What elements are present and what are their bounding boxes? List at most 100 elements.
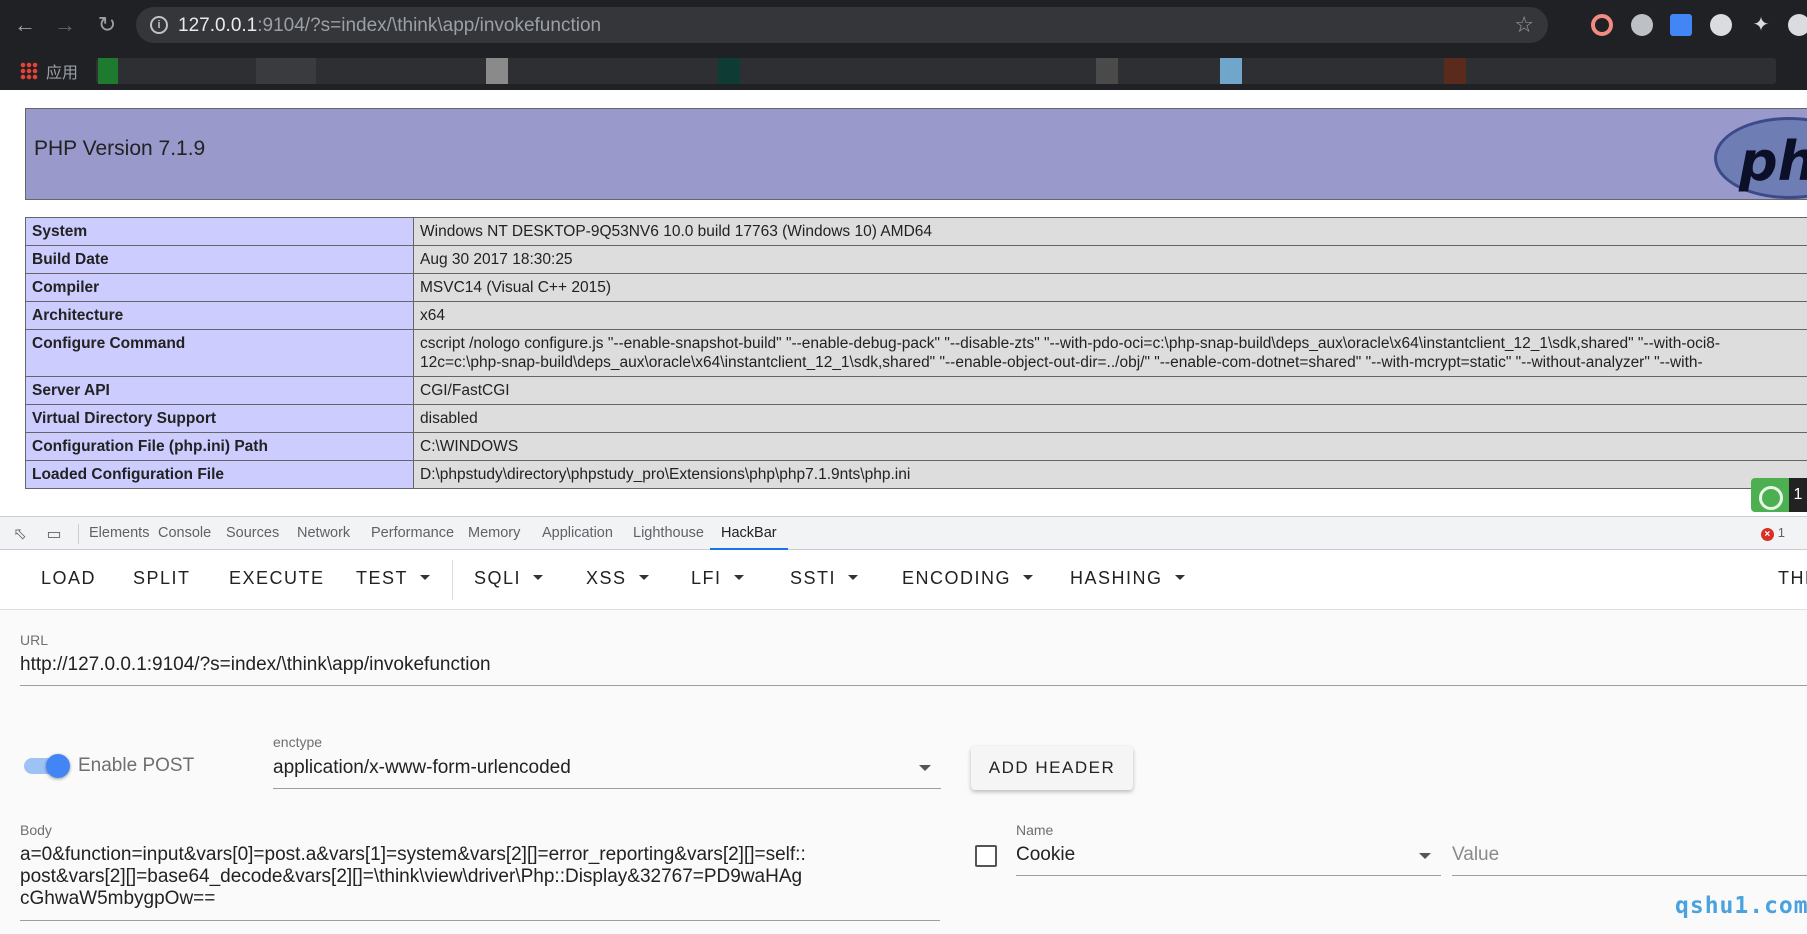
- enable-post-label[interactable]: Enable POST: [78, 755, 194, 777]
- phpinfo-value: Aug 30 2017 18:30:25: [413, 245, 1807, 274]
- hackbar-button-label: THE: [1778, 568, 1807, 588]
- phpinfo-value-line: 12c=c:\php-snap-build\deps_aux\oracle\x6…: [420, 354, 1703, 371]
- caret-down-icon: [420, 574, 431, 580]
- hackbar-ssti-button[interactable]: SSTI: [790, 568, 859, 589]
- header-name-underline: [1016, 875, 1441, 876]
- extension-doc-icon[interactable]: [1670, 14, 1692, 36]
- caret-down-icon: [638, 574, 649, 580]
- phpinfo-key: Configure Command: [25, 329, 414, 377]
- chevron-down-icon[interactable]: [919, 765, 931, 771]
- hackbar-test-button[interactable]: TEST: [356, 568, 431, 589]
- phpinfo-key: Architecture: [25, 301, 414, 330]
- inspect-element-icon[interactable]: ⬁: [10, 524, 30, 543]
- phpinfo-row: Server API CGI/FastCGI: [25, 376, 1807, 405]
- hackbar-button-label: SQLI: [474, 568, 522, 588]
- enctype-underline: [273, 788, 941, 789]
- hackbar-button-label: EXECUTE: [229, 568, 325, 588]
- phpinfo-row: Build Date Aug 30 2017 18:30:25: [25, 245, 1807, 274]
- enable-post-toggle-thumb[interactable]: [46, 754, 70, 778]
- hackbar-xss-button[interactable]: XSS: [586, 568, 649, 589]
- devtools-tab-sources[interactable]: Sources: [215, 517, 290, 550]
- devtools-tab-application[interactable]: Application: [531, 517, 624, 550]
- star-icon[interactable]: ☆: [1514, 12, 1534, 38]
- hackbar-button-label: LOAD: [41, 568, 97, 588]
- devtools-tab-lighthouse[interactable]: Lighthouse: [622, 517, 715, 550]
- body-textarea[interactable]: a=0&function=input&vars[0]=post.a&vars[1…: [20, 844, 810, 910]
- extension-ring-icon[interactable]: [1591, 14, 1613, 36]
- hackbar-sqli-button[interactable]: SQLI: [474, 568, 544, 589]
- devtools-tab-network[interactable]: Network: [286, 517, 361, 550]
- info-icon[interactable]: i: [150, 16, 168, 34]
- hackbar-encoding-button[interactable]: ENCODING: [902, 568, 1034, 589]
- caret-down-icon: [533, 574, 544, 580]
- forward-arrow-icon[interactable]: →: [48, 8, 82, 42]
- devtools-tab-memory[interactable]: Memory: [457, 517, 531, 550]
- hackbar-hashing-button[interactable]: HASHING: [1070, 568, 1185, 589]
- header-name-select[interactable]: Cookie: [1016, 844, 1075, 866]
- bookmark-item[interactable]: [486, 58, 508, 84]
- toolbar-divider: [452, 560, 453, 600]
- devtools-tab-console[interactable]: Console: [147, 517, 222, 550]
- phpinfo-value: C:\WINDOWS: [413, 432, 1807, 461]
- browser-toolbar: ← → ↻ i 127.0.0.1:9104/?s=index/\think\a…: [0, 0, 1807, 50]
- phpinfo-key: System: [25, 217, 414, 246]
- phpinfo-value: disabled: [413, 404, 1807, 433]
- phpinfo-row: Virtual Directory Support disabled: [25, 404, 1807, 433]
- address-bar[interactable]: i 127.0.0.1:9104/?s=index/\think\app/inv…: [136, 7, 1548, 43]
- phpinfo-row: Configuration File (php.ini) Path C:\WIND…: [25, 432, 1807, 461]
- bookmark-item[interactable]: [1096, 58, 1118, 84]
- hackbar-execute-button[interactable]: EXECUTE: [229, 568, 325, 589]
- url-label: URL: [20, 632, 49, 648]
- reload-icon[interactable]: ↻: [90, 8, 124, 42]
- phpinfo-row: Loaded Configuration File D:\phpstudy\dir…: [25, 460, 1807, 489]
- back-arrow-icon[interactable]: ←: [8, 8, 42, 42]
- phpinfo-key: Configuration File (php.ini) Path: [25, 432, 414, 461]
- device-toolbar-icon[interactable]: ▭: [44, 524, 64, 543]
- body-underline: [20, 920, 940, 921]
- address-url[interactable]: 127.0.0.1:9104/?s=index/\think\app/invok…: [178, 15, 601, 37]
- hackbar-toolbar: LOAD SPLIT EXECUTE TEST SQLI XSS LFI SSTI ENCODI…: [0, 550, 1807, 610]
- phpinfo-key: Build Date: [25, 245, 414, 274]
- add-header-button[interactable]: ADD HEADER: [971, 746, 1133, 790]
- apps-grid-icon[interactable]: [20, 62, 38, 80]
- phpinfo-key: Server API: [25, 376, 414, 405]
- devtools-tab-performance[interactable]: Performance: [360, 517, 465, 550]
- url-input[interactable]: http://127.0.0.1:9104/?s=index/\think\ap…: [20, 654, 491, 676]
- enctype-select[interactable]: application/x-www-form-urlencoded: [273, 757, 571, 779]
- hackbar-the-button[interactable]: THE: [1778, 568, 1807, 589]
- header-name-label: Name: [1016, 822, 1054, 838]
- phpinfo-key: Compiler: [25, 273, 414, 302]
- hackbar-lfi-button[interactable]: LFI: [691, 568, 744, 589]
- phpinfo-value: MSVC14 (Visual C++ 2015): [413, 273, 1807, 302]
- extensions-puzzle-icon[interactable]: ✦: [1750, 14, 1772, 36]
- bookmark-item[interactable]: [1220, 58, 1242, 84]
- phpinfo-value: D:\phpstudy\directory\phpstudy_pro\Exten…: [413, 460, 1807, 489]
- caret-down-icon: [1023, 574, 1034, 580]
- chevron-down-icon[interactable]: [1419, 853, 1431, 859]
- phpinfo-value: Windows NT DESKTOP-9Q53NV6 10.0 build 17…: [413, 217, 1807, 246]
- extension-cluster-icon[interactable]: [1710, 14, 1732, 36]
- phpinfo-row: Compiler MSVC14 (Visual C++ 2015): [25, 273, 1807, 302]
- badge-number: 1: [1789, 478, 1807, 512]
- hackbar-load-button[interactable]: LOAD: [41, 568, 96, 589]
- address-host: 127.0.0.1: [178, 15, 258, 36]
- phpinfo-row: System Windows NT DESKTOP-9Q53NV6 10.0 bu…: [25, 217, 1807, 246]
- hackbar-button-label: LFI: [691, 568, 722, 588]
- extension-gear-icon[interactable]: [1631, 14, 1653, 36]
- leaf-badge-icon[interactable]: [1751, 478, 1791, 512]
- phpinfo-header: PHP Version 7.1.9 php: [25, 108, 1807, 200]
- devtools-tab-hackbar[interactable]: HackBar: [710, 517, 788, 550]
- profile-avatar-icon[interactable]: [1788, 14, 1807, 36]
- hackbar-split-button[interactable]: SPLIT: [133, 568, 191, 589]
- bookmark-item[interactable]: [98, 58, 118, 84]
- phpinfo-value: CGI/FastCGI: [413, 376, 1807, 405]
- bookmark-item[interactable]: [256, 58, 316, 84]
- header-enable-checkbox[interactable]: [975, 845, 997, 867]
- error-count-badge[interactable]: × 1: [1760, 525, 1785, 541]
- apps-label[interactable]: 应用: [46, 59, 78, 83]
- error-icon: ×: [1760, 528, 1774, 541]
- bookmark-item[interactable]: [1444, 58, 1466, 84]
- hackbar-button-label: SPLIT: [133, 568, 191, 588]
- bookmark-item[interactable]: [718, 58, 740, 84]
- header-value-input[interactable]: Value: [1452, 844, 1499, 866]
